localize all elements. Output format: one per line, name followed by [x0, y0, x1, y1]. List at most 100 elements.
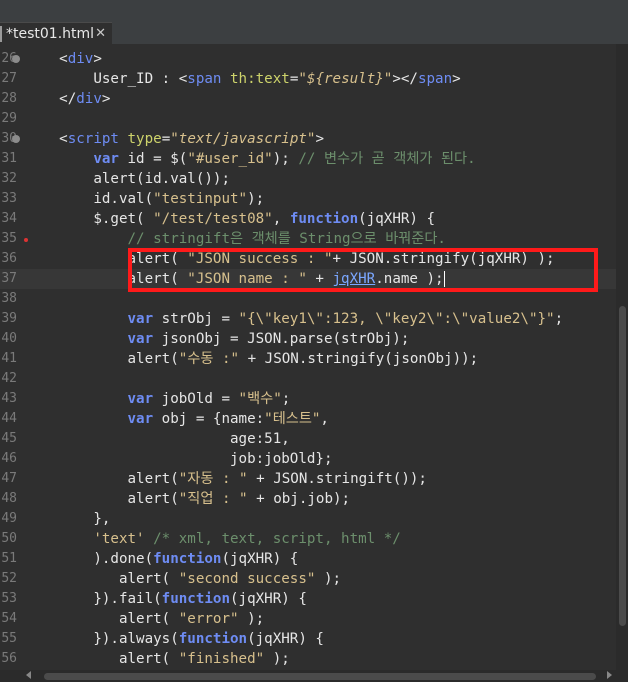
- code-line[interactable]: 43 var jobOld = "백수";: [0, 389, 628, 409]
- editor-tab-bar: *test01.html ✕: [0, 0, 628, 44]
- code-token: );: [238, 611, 265, 627]
- line-number: 38: [1, 291, 17, 306]
- code-text: id.val("testinput");: [25, 189, 264, 209]
- code-line[interactable]: 53 }).fail(function(jqXHR) {: [0, 589, 628, 609]
- code-token: (jqXHR) {: [230, 591, 307, 607]
- code-token: // stringift은 객체를 String으로 바꿔준다.: [127, 231, 446, 247]
- code-token: ,: [320, 411, 329, 427]
- code-token: alert(: [25, 471, 179, 487]
- line-number: 50: [1, 531, 17, 546]
- code-text: alert( "second success" );: [25, 569, 341, 589]
- code-token: $.get(: [25, 211, 154, 227]
- tab-left-edge: [0, 26, 2, 42]
- code-token: + JSON.stringify(jsonObj));: [239, 351, 479, 367]
- code-token: alert(: [25, 571, 179, 587]
- code-line[interactable]: 31 var id = $("#user_id"); // 변수가 곧 객체가 …: [0, 149, 628, 169]
- code-token: );: [247, 191, 265, 207]
- code-token: User_ID :: [25, 71, 179, 87]
- code-token: );: [272, 151, 299, 167]
- code-line[interactable]: 28 </div>: [0, 89, 628, 109]
- code-line[interactable]: 46 job:jobOld};: [0, 449, 628, 469]
- code-line[interactable]: 40 var jsonObj = JSON.parse(strObj);: [0, 329, 628, 349]
- vertical-scrollbar[interactable]: [616, 44, 628, 670]
- code-line[interactable]: 38: [0, 289, 628, 309]
- code-line[interactable]: 49 },: [0, 509, 628, 529]
- code-token: "백수": [238, 391, 282, 407]
- code-token: span: [187, 71, 222, 87]
- code-line[interactable]: 29: [0, 109, 628, 129]
- code-token: div: [67, 51, 94, 67]
- code-token: alert(: [25, 491, 179, 507]
- code-line[interactable]: 50 'text' /* xml, text, script, html */: [0, 529, 628, 549]
- code-token: "text/javascript": [170, 131, 316, 147]
- code-token: function: [289, 211, 359, 227]
- code-token: (jqXHR) {: [247, 631, 324, 647]
- code-line[interactable]: 33 id.val("testinput");: [0, 189, 628, 209]
- code-line[interactable]: 39 var strObj = "{\"key1\":123, \"key2\"…: [0, 309, 628, 329]
- code-line[interactable]: 54 alert( "error" );: [0, 609, 628, 629]
- code-token: type: [127, 131, 162, 147]
- code-line[interactable]: 56 alert( "finished" );: [0, 649, 628, 669]
- code-line[interactable]: 48 alert("직업 : " + obj.job);: [0, 489, 628, 509]
- code-line[interactable]: 42: [0, 369, 628, 389]
- code-line[interactable]: 41 alert("수동 :" + JSON.stringify(jsonObj…: [0, 349, 628, 369]
- code-lines: 26 <div> 27 User_ID : <span th:text="${re…: [0, 49, 628, 669]
- code-token: // 변수가 곧 객체가 된다.: [298, 151, 476, 167]
- code-text: alert("직업 : " + obj.job);: [25, 489, 350, 509]
- code-line[interactable]: 47 alert("자동 : " + JSON.stringift());: [0, 469, 628, 489]
- line-number: 52: [1, 571, 17, 586]
- code-line[interactable]: 32 alert(id.val());: [0, 169, 628, 189]
- line-number: 43: [1, 391, 17, 406]
- scroll-left-icon[interactable]: [26, 671, 31, 679]
- code-line[interactable]: 26 <div>: [0, 49, 628, 69]
- tab-test01-html[interactable]: *test01.html ✕: [0, 22, 112, 44]
- vertical-scroll-thumb[interactable]: [619, 306, 626, 626]
- code-line[interactable]: 45 age:51,: [0, 429, 628, 449]
- horizontal-scroll-thumb[interactable]: [44, 673, 596, 680]
- fold-toggle-icon[interactable]: [12, 135, 20, 143]
- code-text: User_ID : <span th:text="${result}"></sp…: [25, 69, 461, 89]
- red-highlight-box: [128, 248, 598, 292]
- code-editor[interactable]: 26 <div> 27 User_ID : <span th:text="${re…: [0, 44, 628, 670]
- line-number: 42: [1, 371, 17, 386]
- code-line[interactable]: 34 $.get( "/test/test08", function(jqXHR…: [0, 209, 628, 229]
- line-number: 37: [1, 271, 17, 286]
- code-token: /* xml, text, script, html */: [153, 531, 401, 547]
- code-token: >: [452, 71, 461, 87]
- code-text: alert( "finished" );: [25, 649, 290, 669]
- code-line[interactable]: 30 <script type="text/javascript">: [0, 129, 628, 149]
- code-line[interactable]: 52 alert( "second success" );: [0, 569, 628, 589]
- code-line[interactable]: 55 }).always(function(jqXHR) {: [0, 629, 628, 649]
- scroll-right-icon[interactable]: [607, 671, 612, 679]
- line-number: 53: [1, 591, 17, 606]
- code-token: ;: [281, 391, 291, 407]
- code-text: $.get( "/test/test08", function(jqXHR) {: [25, 209, 435, 229]
- code-line[interactable]: 35 // stringift은 객체를 String으로 바꿔준다.: [0, 229, 628, 249]
- code-token: "${result}": [298, 71, 393, 87]
- code-token: + JSON.stringift());: [247, 471, 427, 487]
- code-token: var: [127, 411, 154, 427]
- code-text: </div>: [25, 89, 110, 109]
- code-token: </: [25, 91, 77, 107]
- code-line[interactable]: 51 ).done(function(jqXHR) {: [0, 549, 628, 569]
- horizontal-scrollbar[interactable]: [0, 670, 628, 682]
- fold-toggle-icon[interactable]: [12, 55, 20, 63]
- code-line[interactable]: 27 User_ID : <span th:text="${result}"><…: [0, 69, 628, 89]
- code-line[interactable]: 44 var obj = {name:"테스트",: [0, 409, 628, 429]
- line-number: 36: [1, 251, 17, 266]
- close-icon[interactable]: ✕: [95, 23, 106, 45]
- code-token: }).fail(: [25, 591, 162, 607]
- code-token: ).done(: [25, 551, 154, 567]
- code-token: "error": [178, 611, 239, 627]
- code-text: <div>: [25, 49, 102, 69]
- line-number: 45: [1, 431, 17, 446]
- code-token: >: [315, 131, 324, 147]
- line-number: 33: [1, 191, 17, 206]
- line-number: 31: [1, 151, 17, 166]
- line-number: 55: [1, 631, 17, 646]
- line-number: 29: [1, 111, 17, 126]
